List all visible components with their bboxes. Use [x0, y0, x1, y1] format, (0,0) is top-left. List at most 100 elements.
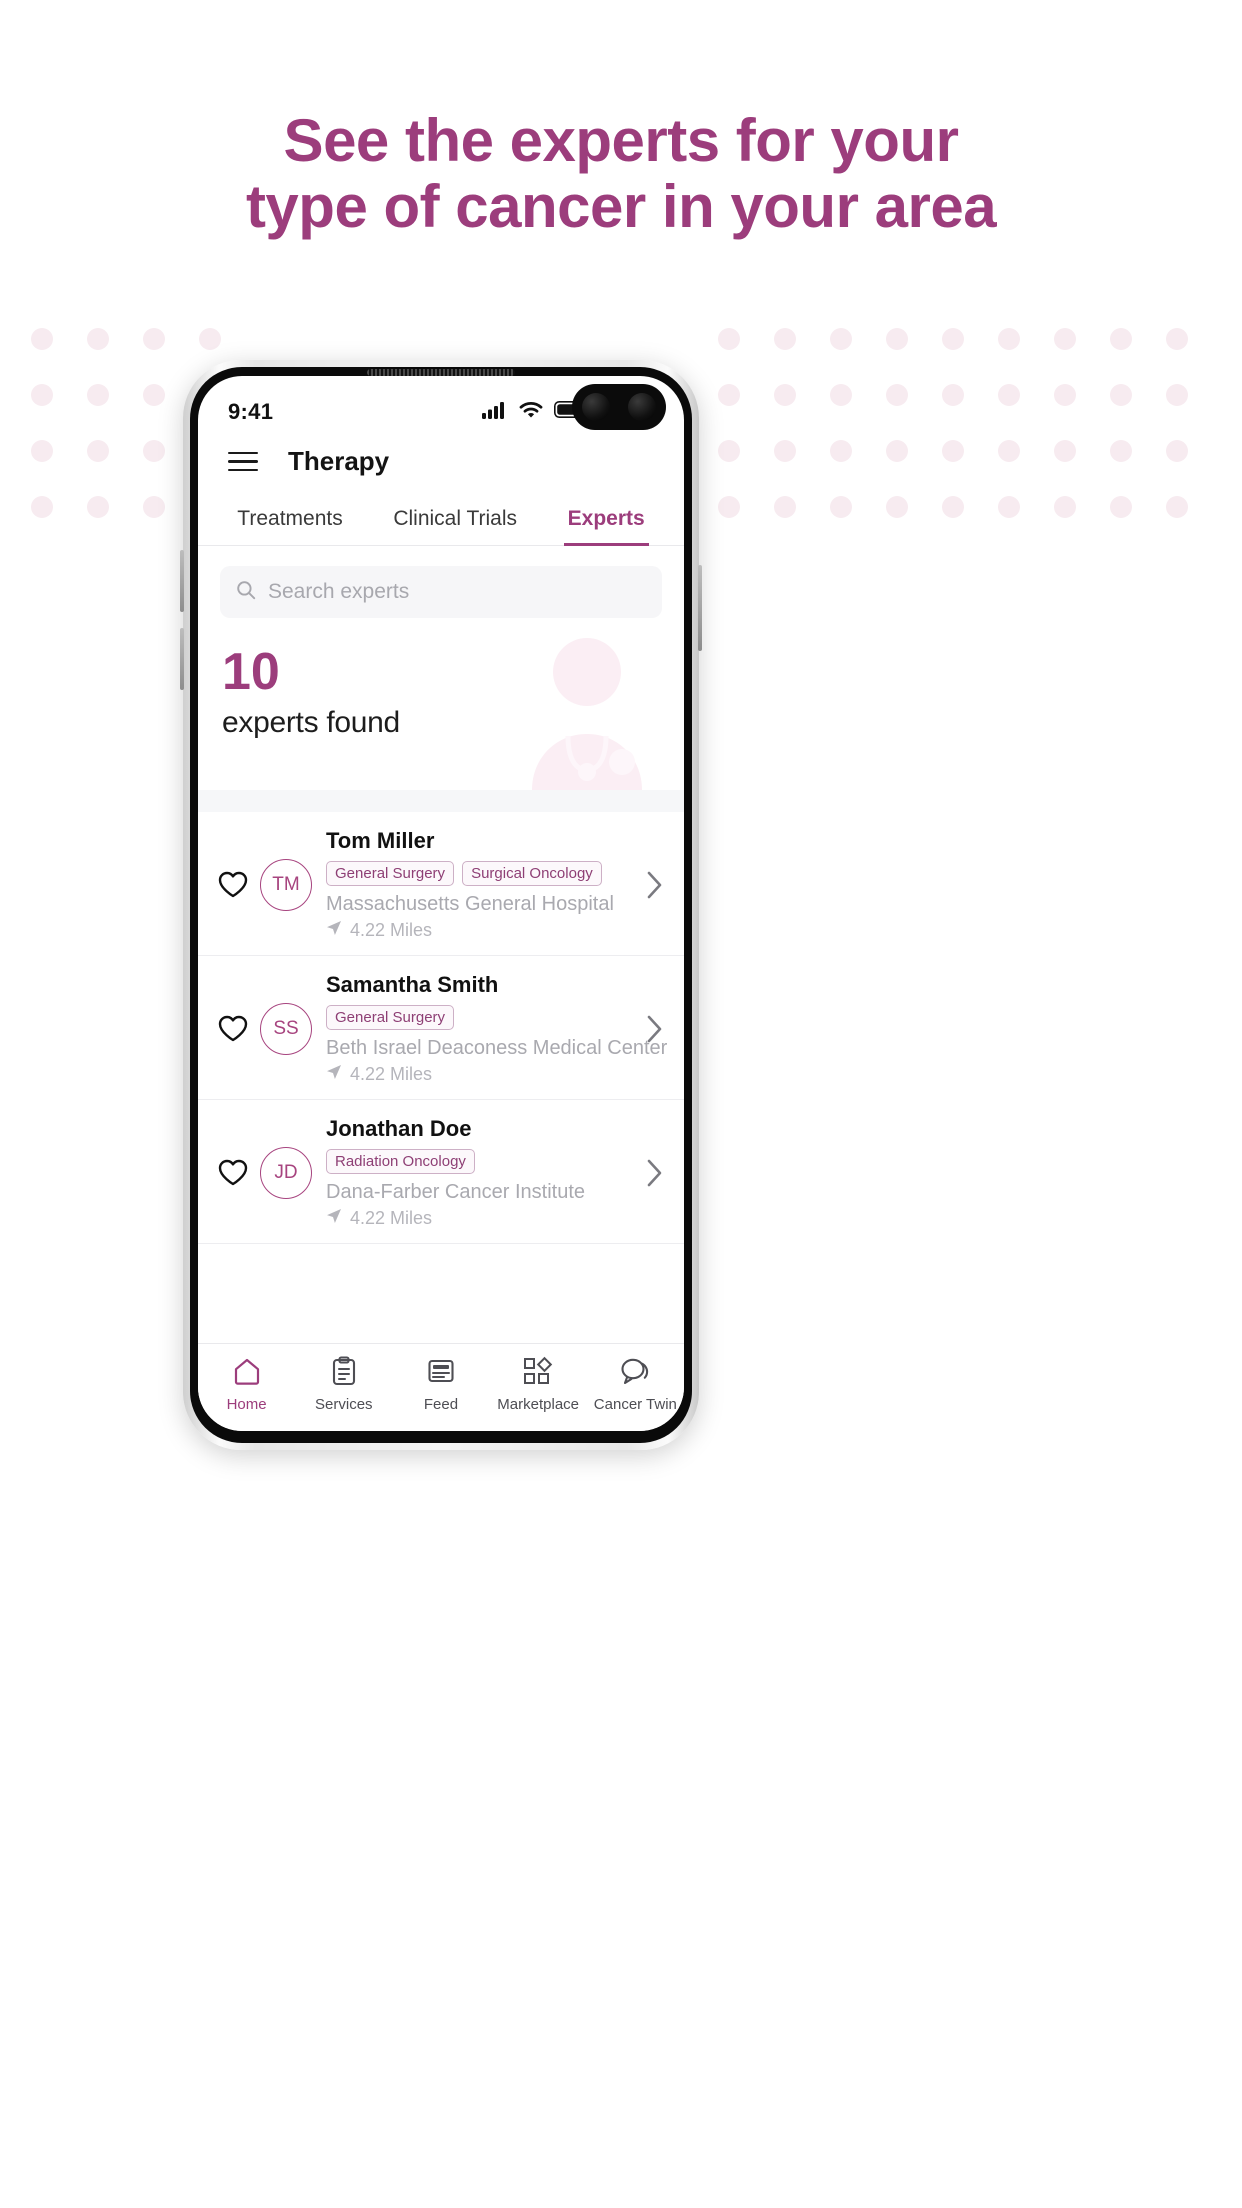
background-dot	[774, 384, 796, 406]
expert-card[interactable]: SS Samantha Smith General Surgery Beth Isra…	[198, 956, 684, 1100]
nav-item-label: Home	[226, 1396, 267, 1413]
tab-treatments[interactable]: Treatments	[233, 493, 346, 546]
promo-headline: See the experts for your type of cancer …	[0, 108, 1242, 240]
background-dot	[718, 384, 740, 406]
earpiece-speaker	[367, 369, 515, 376]
expert-name: Jonathan Doe	[326, 1116, 472, 1141]
chevron-right-icon[interactable]	[642, 871, 668, 899]
navigation-arrow-icon	[326, 1208, 342, 1229]
distance-value: 4.22 Miles	[350, 1064, 433, 1084]
volume-up-button[interactable]	[180, 550, 184, 612]
home-icon	[232, 1356, 262, 1391]
background-dot	[1054, 384, 1076, 406]
background-dot	[31, 328, 53, 350]
power-button[interactable]	[698, 565, 702, 651]
background-dot	[143, 496, 165, 518]
expert-details: Samantha Smith General Surgery Beth Israel…	[326, 972, 668, 1085]
background-dot	[1054, 496, 1076, 518]
background-dot	[1166, 496, 1188, 518]
distance-value: 4.22 Miles	[350, 1208, 433, 1228]
background-dot	[143, 328, 165, 350]
tab-bar: Treatments Clinical Trials Experts	[198, 493, 684, 546]
background-dot	[1166, 384, 1188, 406]
shapes-grid-icon	[522, 1356, 554, 1391]
phone-screen: 9:41 Therapy Treatments Clinical Trials …	[198, 376, 684, 1431]
background-dot	[998, 496, 1020, 518]
background-dot	[942, 328, 964, 350]
background-dot	[87, 328, 109, 350]
section-divider	[198, 790, 684, 812]
chat-bubbles-icon	[619, 1356, 651, 1391]
background-dot	[774, 328, 796, 350]
camera-lens-secondary	[628, 393, 656, 421]
background-dot	[87, 440, 109, 462]
phone-mockup: 9:41 Therapy Treatments Clinical Trials …	[180, 360, 702, 1450]
expert-hospital: Beth Israel Deaconess Medical Center	[326, 1037, 668, 1059]
phone-bezel: 9:41 Therapy Treatments Clinical Trials …	[190, 367, 692, 1443]
status-bar: 9:41	[198, 376, 684, 434]
background-dot	[143, 384, 165, 406]
background-dot	[1110, 384, 1132, 406]
clipboard-icon	[330, 1356, 358, 1391]
background-dot	[886, 440, 908, 462]
expert-hospital: Dana-Farber Cancer Institute	[326, 1181, 586, 1203]
background-dot	[31, 496, 53, 518]
nav-item-marketplace[interactable]: Marketplace	[490, 1356, 587, 1413]
tab-clinical-trials[interactable]: Clinical Trials	[389, 493, 521, 546]
background-dot	[1110, 440, 1132, 462]
app-header: Therapy	[198, 434, 684, 493]
nav-item-label: Services	[315, 1396, 373, 1413]
hamburger-menu-icon[interactable]	[228, 451, 258, 472]
status-time: 9:41	[228, 399, 274, 424]
expert-hospital: Massachusetts General Hospital	[326, 893, 614, 915]
wifi-icon	[519, 401, 543, 424]
background-dot	[31, 440, 53, 462]
nav-item-home[interactable]: Home	[198, 1356, 295, 1413]
background-dot	[942, 496, 964, 518]
background-dot	[718, 440, 740, 462]
background-dot	[31, 384, 53, 406]
expert-list: TM Tom Miller General Surgery Surgical Onco…	[198, 812, 684, 1244]
heart-outline-icon[interactable]	[216, 871, 250, 898]
results-summary: 10 experts found	[198, 618, 684, 790]
expert-details: Jonathan Doe Radiation Oncology Dana-Farbe…	[326, 1116, 642, 1229]
feed-list-icon	[426, 1356, 456, 1391]
specialty-tag: General Surgery	[326, 861, 455, 886]
background-dot	[143, 440, 165, 462]
search-section: Search experts	[198, 546, 684, 618]
background-dot	[718, 328, 740, 350]
nav-item-cancer-twin[interactable]: Cancer Twin	[587, 1356, 684, 1413]
avatar: JD	[260, 1146, 312, 1199]
background-dot	[886, 328, 908, 350]
avatar: SS	[260, 1002, 312, 1055]
background-dot	[87, 384, 109, 406]
background-dot	[830, 440, 852, 462]
background-dot	[830, 328, 852, 350]
expert-distance: 4.22 Miles	[326, 1064, 642, 1085]
page-title: Therapy	[288, 446, 390, 476]
nav-item-feed[interactable]: Feed	[392, 1356, 489, 1413]
heart-outline-icon[interactable]	[216, 1159, 250, 1186]
tab-experts[interactable]: Experts	[563, 493, 649, 546]
expert-card[interactable]: TM Tom Miller General Surgery Surgical Onco…	[198, 812, 684, 956]
chevron-right-icon[interactable]	[642, 1159, 668, 1187]
background-dot	[1110, 496, 1132, 518]
specialty-tag-list: General Surgery Surgical Oncology	[326, 861, 642, 886]
search-input[interactable]: Search experts	[220, 566, 662, 618]
expert-card[interactable]: JD Jonathan Doe Radiation Oncology Dana-Far…	[198, 1100, 684, 1244]
background-dot	[774, 440, 796, 462]
navigation-arrow-icon	[326, 920, 342, 941]
camera-lens-primary	[582, 393, 610, 421]
background-dot	[830, 496, 852, 518]
chevron-right-icon[interactable]	[642, 1015, 668, 1043]
expert-name: Tom Miller	[326, 828, 435, 853]
background-dot	[1166, 328, 1188, 350]
background-dot	[718, 496, 740, 518]
heart-outline-icon[interactable]	[216, 1015, 250, 1042]
volume-down-button[interactable]	[180, 628, 184, 690]
avatar: TM	[260, 858, 312, 911]
background-dot	[199, 328, 221, 350]
nav-item-services[interactable]: Services	[295, 1356, 392, 1413]
background-dot	[886, 496, 908, 518]
headline-line-2: type of cancer in your area	[245, 173, 997, 240]
